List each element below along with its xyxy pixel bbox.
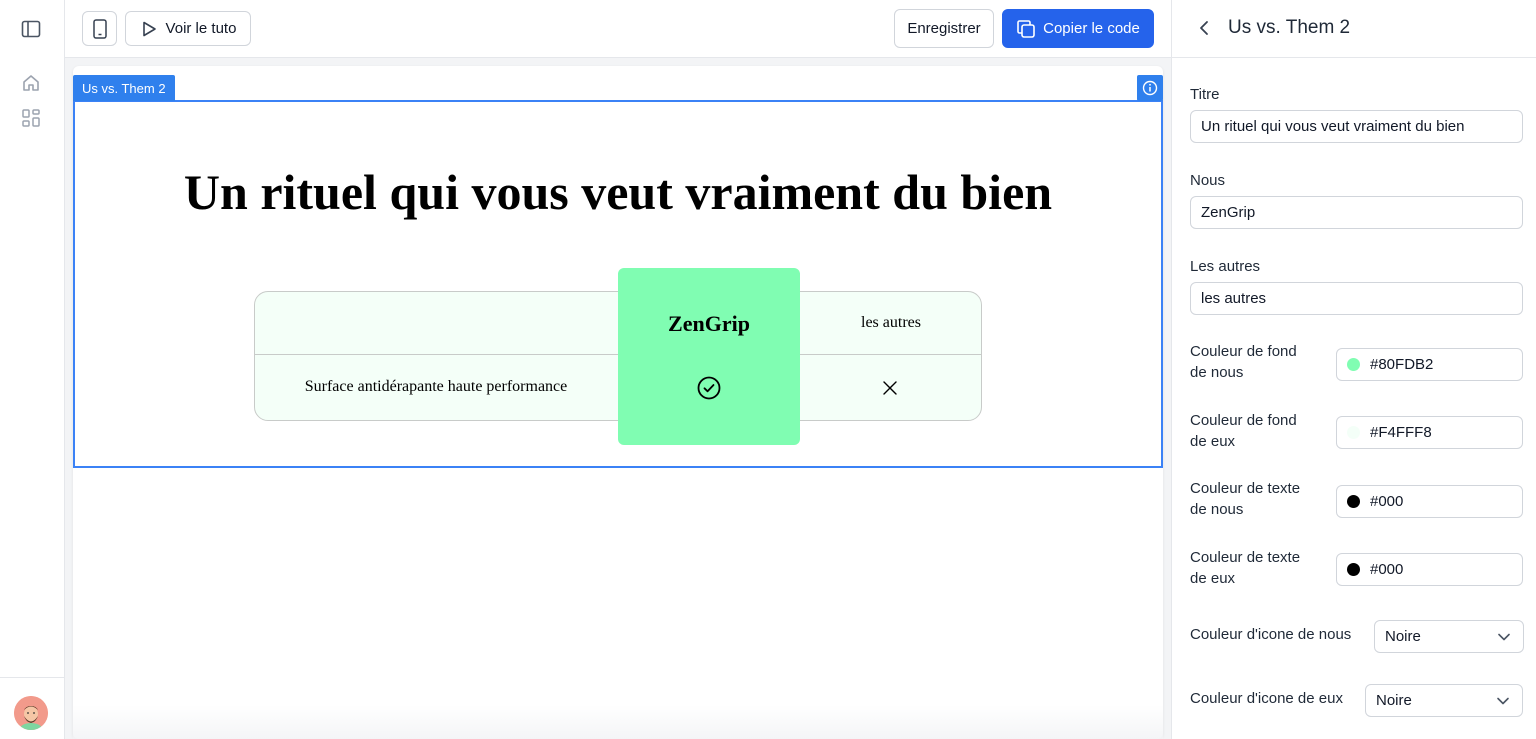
canvas-bottom-fade xyxy=(73,705,1163,739)
them-text-color-label-line1: Couleur de texte xyxy=(1190,549,1301,566)
us-bg-color-value: #80FDB2 xyxy=(1370,356,1434,373)
copy-code-label: Copier le code xyxy=(1043,20,1140,37)
them-icon-color-label: Couleur d'icone de eux xyxy=(1190,690,1343,707)
mobile-preview-button[interactable] xyxy=(82,11,117,46)
panel-header: Us vs. Them 2 xyxy=(1172,0,1536,58)
title-field-label: Titre xyxy=(1190,86,1220,103)
tutorial-button[interactable]: Voir le tuto xyxy=(125,11,251,46)
us-text-color-value: #000 xyxy=(1370,493,1404,510)
us-bg-color-label: Couleur de fond de nous xyxy=(1190,341,1297,383)
them-bg-color-swatch[interactable] xyxy=(1347,426,1360,439)
them-icon-color-value: Noire xyxy=(1376,692,1412,709)
check-circle-icon xyxy=(697,376,721,400)
section-tag[interactable]: Us vs. Them 2 xyxy=(73,75,175,101)
title-input[interactable]: Un rituel qui vous veut vraiment du bien xyxy=(1190,110,1523,143)
them-text-color-label: Couleur de texte de eux xyxy=(1190,547,1300,589)
panel-title: Us vs. Them 2 xyxy=(1228,17,1351,38)
us-column-highlight xyxy=(618,268,800,445)
sidebar-toggle-icon[interactable] xyxy=(20,18,42,40)
user-avatar[interactable] xyxy=(14,696,48,730)
home-icon[interactable] xyxy=(20,72,42,94)
us-text-color-label-line2: de nous xyxy=(1190,501,1244,518)
us-input[interactable]: ZenGrip xyxy=(1190,196,1523,229)
them-icon-color-select[interactable]: Noire xyxy=(1365,684,1523,717)
save-label: Enregistrer xyxy=(907,20,981,37)
us-bg-color-swatch[interactable] xyxy=(1347,358,1360,371)
us-bg-color-label-line1: Couleur de fond xyxy=(1190,343,1297,360)
chevron-down-icon xyxy=(1497,697,1509,705)
save-button[interactable]: Enregistrer xyxy=(894,9,994,48)
us-icon-color-label: Couleur d'icone de nous xyxy=(1190,626,1352,643)
left-rail xyxy=(0,0,65,739)
them-bg-color-label: Couleur de fond de eux xyxy=(1190,410,1297,452)
them-field-label: Les autres xyxy=(1190,258,1261,275)
them-text-color-input[interactable]: #000 xyxy=(1336,553,1523,586)
back-button[interactable] xyxy=(1194,18,1214,38)
section-info-button[interactable] xyxy=(1137,75,1163,101)
play-icon xyxy=(142,21,156,36)
us-header: ZenGrip xyxy=(668,311,750,336)
copy-code-button[interactable]: Copier le code xyxy=(1002,9,1154,48)
info-icon xyxy=(1142,80,1158,96)
us-text-color-label-line1: Couleur de texte xyxy=(1190,480,1301,497)
them-text-color-label-line2: de eux xyxy=(1190,570,1236,587)
them-bg-color-label-line1: Couleur de fond xyxy=(1190,412,1297,429)
them-header: les autres xyxy=(861,314,921,331)
rail-divider xyxy=(0,677,64,678)
settings-panel: Us vs. Them 2 Titre Un rituel qui vous v… xyxy=(1171,0,1536,739)
copy-icon xyxy=(1017,19,1035,38)
us-text-color-input[interactable]: #000 xyxy=(1336,485,1523,518)
chevron-left-icon xyxy=(1200,21,1208,35)
mobile-icon xyxy=(92,18,107,39)
cross-icon xyxy=(883,381,897,395)
row-label: Surface antidérapante haute performance xyxy=(304,378,568,395)
us-text-color-swatch[interactable] xyxy=(1347,495,1360,508)
grid-icon[interactable] xyxy=(20,107,42,129)
us-bg-color-input[interactable]: #80FDB2 xyxy=(1336,348,1523,381)
us-icon-color-value: Noire xyxy=(1385,628,1421,645)
them-text-color-value: #000 xyxy=(1370,561,1404,578)
chevron-down-icon xyxy=(1498,633,1510,641)
us-icon-color-select[interactable]: Noire xyxy=(1374,620,1524,653)
us-text-color-label: Couleur de texte de nous xyxy=(1190,478,1300,520)
them-text-color-swatch[interactable] xyxy=(1347,563,1360,576)
tutorial-label: Voir le tuto xyxy=(165,20,237,37)
them-bg-color-label-line2: de eux xyxy=(1190,433,1236,450)
them-bg-color-value: #F4FFF8 xyxy=(1370,424,1432,441)
them-input[interactable]: les autres xyxy=(1190,282,1523,315)
preview-title: Un rituel qui vous veut vraiment du bien xyxy=(183,164,1053,220)
us-field-label: Nous xyxy=(1190,172,1226,189)
them-bg-color-input[interactable]: #F4FFF8 xyxy=(1336,416,1523,449)
us-bg-color-label-line2: de nous xyxy=(1190,364,1244,381)
